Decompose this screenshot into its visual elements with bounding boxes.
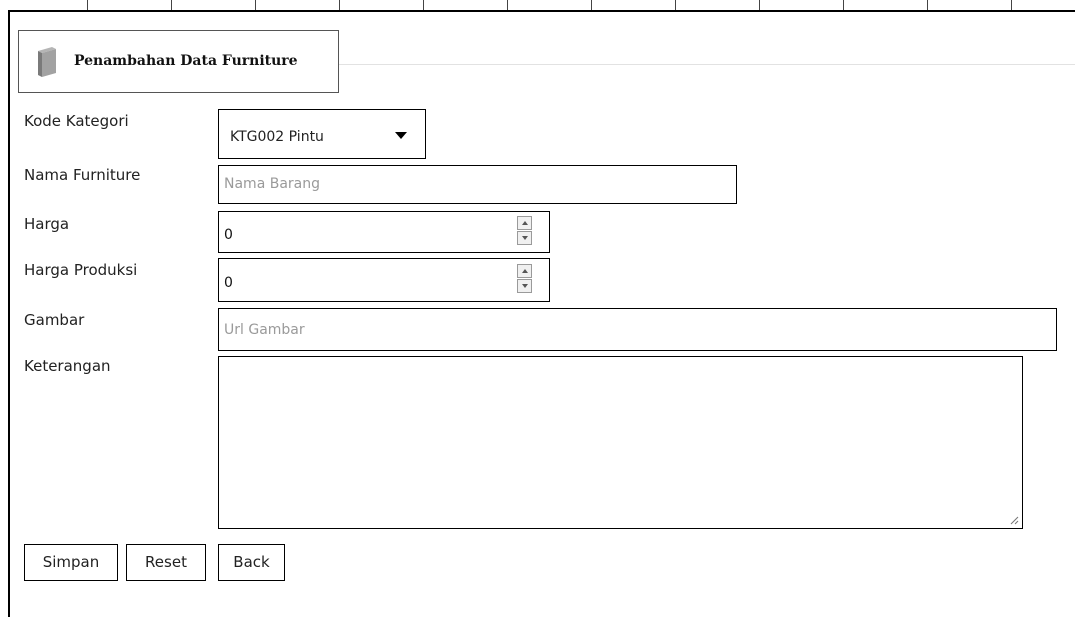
harga-produksi-value: 0 xyxy=(224,275,233,291)
harga-produksi-number-input[interactable]: 0 xyxy=(218,258,550,302)
nama-furniture-placeholder: Nama Barang xyxy=(224,176,320,192)
ruler-tick xyxy=(759,0,760,10)
kode-kategori-selected-value: KTG002 Pintu xyxy=(230,129,324,145)
nama-furniture-input[interactable]: Nama Barang xyxy=(218,165,737,204)
ruler-tick xyxy=(87,0,88,10)
harga-produksi-label: Harga Produksi xyxy=(24,261,138,279)
gambar-url-input[interactable]: Url Gambar xyxy=(218,308,1057,351)
ruler-tick xyxy=(1011,0,1012,10)
gambar-label: Gambar xyxy=(24,311,85,329)
arrow-up-icon xyxy=(522,269,528,273)
harga-produksi-increment-button[interactable] xyxy=(517,264,532,278)
harga-number-input[interactable]: 0 xyxy=(218,211,550,253)
harga-value: 0 xyxy=(224,227,233,243)
keterangan-label: Keterangan xyxy=(24,357,111,375)
simpan-button[interactable]: Simpan xyxy=(24,544,118,581)
form-legend: Penambahan Data Furniture xyxy=(18,30,339,93)
arrow-down-icon xyxy=(522,284,528,288)
nama-furniture-label: Nama Furniture xyxy=(24,166,141,184)
harga-produksi-decrement-button[interactable] xyxy=(517,279,532,293)
ruler-tick xyxy=(675,0,676,10)
ruler-tick xyxy=(423,0,424,10)
dropdown-arrow-icon xyxy=(395,132,407,139)
arrow-down-icon xyxy=(522,236,528,240)
book-icon xyxy=(36,45,58,78)
kode-kategori-select[interactable]: KTG002 Pintu xyxy=(218,109,426,159)
ruler-tick xyxy=(591,0,592,10)
ruler-tick xyxy=(339,0,340,10)
reset-button[interactable]: Reset xyxy=(126,544,206,581)
harga-decrement-button[interactable] xyxy=(517,231,532,245)
harga-produksi-spinner[interactable] xyxy=(517,264,532,294)
harga-label: Harga xyxy=(24,215,70,233)
gambar-placeholder: Url Gambar xyxy=(224,322,305,338)
keterangan-textarea[interactable] xyxy=(218,356,1023,529)
ruler-tick xyxy=(171,0,172,10)
ruler-tick xyxy=(843,0,844,10)
ruler-tick xyxy=(927,0,928,10)
top-ruler-bar xyxy=(8,0,1075,12)
form-title: Penambahan Data Furniture xyxy=(74,53,298,69)
resize-handle-icon[interactable] xyxy=(1009,515,1019,525)
arrow-up-icon xyxy=(522,221,528,225)
kode-kategori-label: Kode Kategori xyxy=(24,112,129,130)
back-button[interactable]: Back xyxy=(218,544,285,581)
left-border-line xyxy=(8,10,10,617)
harga-spinner[interactable] xyxy=(517,216,532,246)
ruler-tick xyxy=(507,0,508,10)
ruler-tick xyxy=(255,0,256,10)
harga-increment-button[interactable] xyxy=(517,216,532,230)
